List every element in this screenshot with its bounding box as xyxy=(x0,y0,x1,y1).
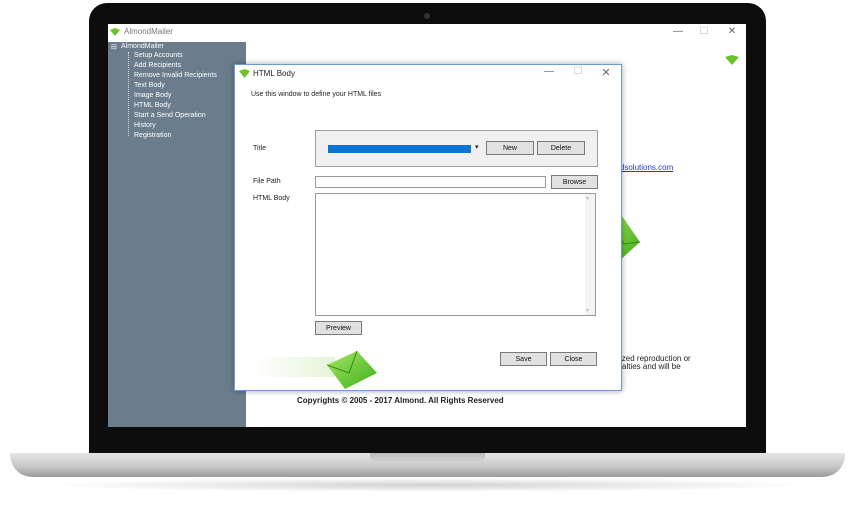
laptop-camera xyxy=(424,13,430,19)
sidebar-item-registration[interactable]: Registration xyxy=(134,132,171,139)
html-body-textarea[interactable] xyxy=(315,193,596,316)
save-button[interactable]: Save xyxy=(500,352,547,366)
almond-logo-icon xyxy=(239,69,250,78)
app-titlebar: AlmondMailer — ☐ ✕ xyxy=(108,24,746,42)
dialog-minimize-icon[interactable]: — xyxy=(542,66,556,77)
copyright-text: Copyrights © 2005 - 2017 Almond. All Rig… xyxy=(297,396,504,405)
minimize-icon[interactable]: — xyxy=(671,26,685,37)
sidebar-item-setup-accounts[interactable]: Setup Accounts xyxy=(134,52,183,59)
tree-connector xyxy=(128,52,130,136)
textarea-scrollbar[interactable] xyxy=(585,194,595,315)
app-title: AlmondMailer xyxy=(124,27,173,36)
laptop-notch xyxy=(370,453,485,463)
almond-logo-icon xyxy=(725,55,739,65)
sidebar-item-start-send-operation[interactable]: Start a Send Operation xyxy=(134,112,206,119)
almond-logo-icon xyxy=(110,28,120,36)
sidebar-item-text-body[interactable]: Text Body xyxy=(134,82,165,89)
sidebar-item-image-body[interactable]: Image Body xyxy=(134,92,171,99)
html-body-dialog: HTML Body — ☐ ✕ Use this window to defin… xyxy=(234,64,622,391)
content-text-line2: alties and will be xyxy=(622,362,681,371)
envelope-icon xyxy=(327,351,377,389)
sidebar-item-remove-invalid-recipients[interactable]: Remove Invalid Recipients xyxy=(134,72,217,79)
close-button[interactable]: Close xyxy=(550,352,597,366)
envelope-motion-trail xyxy=(255,357,335,377)
sidebar-item-history[interactable]: History xyxy=(134,122,156,129)
new-button[interactable]: New xyxy=(486,141,534,155)
scroll-down-icon[interactable]: ▾ xyxy=(586,307,589,314)
close-icon[interactable]: ✕ xyxy=(725,26,739,37)
title-dropdown[interactable] xyxy=(328,145,471,153)
tree-root-almondmailer[interactable]: AlmondMailer xyxy=(121,43,164,50)
dialog-maximize-icon[interactable]: ☐ xyxy=(571,66,585,77)
browse-button[interactable]: Browse xyxy=(551,175,598,189)
dialog-title: HTML Body xyxy=(253,69,295,78)
preview-button[interactable]: Preview xyxy=(315,321,362,335)
delete-button[interactable]: Delete xyxy=(537,141,585,155)
file-path-input[interactable] xyxy=(315,176,546,188)
title-label: Title xyxy=(253,145,266,152)
scroll-up-icon[interactable]: ▴ xyxy=(586,194,589,201)
laptop-screen: AlmondMailer — ☐ ✕ ⊟ AlmondMailer Setup … xyxy=(108,24,746,427)
sidebar-item-html-body[interactable]: HTML Body xyxy=(134,102,171,109)
html-body-label: HTML Body xyxy=(253,195,290,202)
dropdown-arrow-icon[interactable]: ▾ xyxy=(475,143,479,151)
file-path-label: File Path xyxy=(253,178,281,185)
maximize-icon[interactable]: ☐ xyxy=(697,26,711,37)
dialog-description: Use this window to define your HTML file… xyxy=(251,91,382,98)
laptop-shadow xyxy=(40,478,815,492)
sidebar-item-add-recipients[interactable]: Add Recipients xyxy=(134,62,181,69)
dialog-close-icon[interactable]: ✕ xyxy=(599,66,613,79)
tree-collapse-icon[interactable]: ⊟ xyxy=(111,43,117,51)
